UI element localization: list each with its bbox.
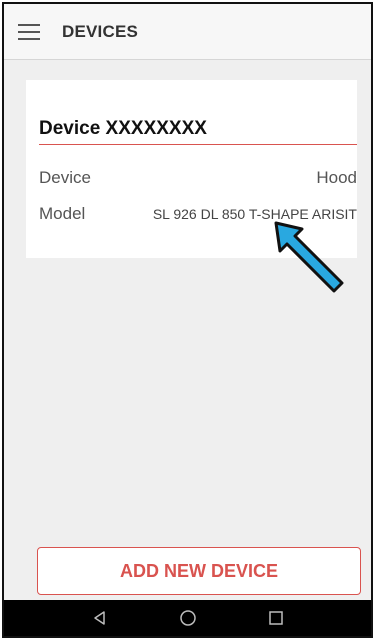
pointer-arrow-icon	[274, 221, 344, 293]
back-icon[interactable]	[86, 604, 114, 632]
model-label: Model	[39, 204, 86, 223]
app-bar: DEVICES	[4, 4, 371, 60]
device-type-row: Device Hood	[39, 168, 357, 188]
home-icon[interactable]	[174, 604, 202, 632]
recents-icon[interactable]	[262, 604, 290, 632]
add-new-device-button[interactable]: ADD NEW DEVICE	[37, 547, 361, 595]
device-name-divider	[39, 144, 357, 145]
hamburger-menu-icon[interactable]	[18, 23, 40, 40]
device-name: Device XXXXXXXX	[39, 118, 207, 139]
page-title: DEVICES	[62, 21, 139, 41]
system-nav-bar	[4, 600, 371, 636]
device-type-label: Device	[39, 168, 91, 187]
phone-screen: DEVICES Device XXXXXXXX Device Hood Mode…	[2, 2, 373, 638]
device-type-value: Hood	[316, 168, 357, 187]
